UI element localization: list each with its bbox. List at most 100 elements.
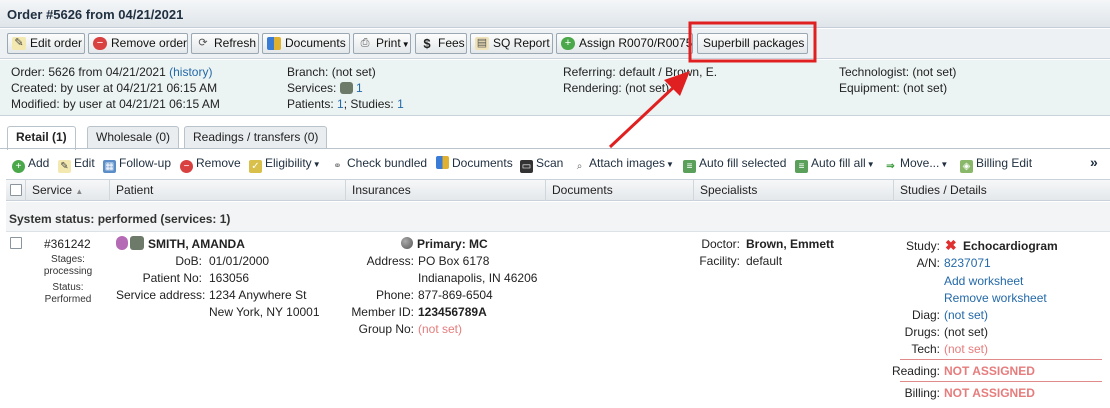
stages-label: Stages: (51, 254, 85, 265)
chevron-down-icon: ▼ (666, 160, 674, 169)
divider (900, 359, 1102, 360)
billing-edit-action[interactable]: ◈ Billing Edit (960, 156, 1032, 173)
status-value: Performed (44, 294, 92, 305)
tab-readings-transfers[interactable]: Readings / transfers (0) (184, 126, 328, 149)
assign-button[interactable]: + Assign R0070/R0075 (556, 33, 693, 54)
patient-no-value: 163056 (209, 271, 250, 285)
eligibility-action-label: Eligibility (265, 156, 312, 170)
edit-icon: ✎ (12, 37, 26, 50)
column-service[interactable]: Service ▲ (26, 180, 110, 201)
insurance-address2: Indianapolis, IN 46206 (418, 271, 538, 285)
services-count[interactable]: 1 (356, 81, 363, 95)
superbill-packages-button[interactable]: Superbill packages (697, 33, 808, 54)
sort-asc-icon: ▲ (75, 187, 84, 196)
patient-name[interactable]: SMITH, AMANDA (148, 237, 245, 251)
remove-order-button[interactable]: − Remove order (88, 33, 188, 54)
column-patient[interactable]: Patient (110, 180, 346, 201)
insurance-member-id: 123456789A (418, 305, 487, 319)
column-specialists[interactable]: Specialists (694, 180, 894, 201)
scan-action[interactable]: ▭ Scan (520, 156, 563, 173)
documents-button[interactable]: Documents (262, 33, 350, 54)
auto-fill-icon: ≡ (683, 160, 696, 173)
printer-icon: ⎙ (360, 37, 370, 49)
edit-action[interactable]: ✎ Edit (58, 156, 95, 173)
divider (900, 381, 1102, 382)
order-line: Order: 5626 from 04/21/2021 (history) (11, 65, 212, 79)
doctor-label: Doctor: (701, 237, 740, 251)
remove-action[interactable]: − Remove (180, 156, 241, 173)
an-value-link[interactable]: 8237071 (944, 256, 991, 270)
studies-count[interactable]: 1 (397, 97, 404, 111)
column-studies-details[interactable]: Studies / Details (894, 180, 1110, 201)
auto-fill-all-action[interactable]: ≡ Auto fill all▼ (795, 156, 875, 173)
created-line: Created: by user at 04/21/21 06:15 AM (11, 81, 217, 95)
eligibility-action[interactable]: ✓ Eligibility▼ (249, 156, 321, 173)
insurance-group-label: Group No: (358, 322, 414, 336)
services-line: Services: 1 (287, 81, 363, 95)
modified-line: Modified: by user at 04/21/21 06:15 AM (11, 97, 220, 111)
drugs-value: (not set) (944, 325, 989, 339)
fees-label: Fees (438, 36, 465, 50)
dob-value: 01/01/2000 (209, 254, 270, 268)
more-actions-icon[interactable]: » (1090, 154, 1098, 170)
remove-icon: − (93, 37, 107, 50)
grid-header: Service ▲ Patient Insurances Documents S… (6, 179, 1110, 201)
column-insurances[interactable]: Insurances (346, 180, 546, 201)
documents-icon (267, 37, 281, 50)
followup-action[interactable]: ▦ Follow-up (103, 156, 171, 173)
auto-fill-icon: ≡ (795, 160, 808, 173)
auto-fill-selected-action[interactable]: ≡ Auto fill selected (683, 156, 786, 173)
billing-value[interactable]: NOT ASSIGNED (944, 386, 1035, 400)
column-service-label: Service (32, 183, 73, 197)
row-checkbox[interactable] (10, 237, 22, 249)
auto-fill-selected-action-label: Auto fill selected (699, 156, 787, 170)
add-worksheet-link[interactable]: Add worksheet (944, 274, 1023, 288)
chevron-down-icon: ▼ (312, 160, 321, 169)
close-icon: ✖ (945, 237, 957, 253)
technologist-value: (not set) (912, 65, 957, 79)
sq-report-button[interactable]: ▤ SQ Report (470, 33, 553, 54)
remove-worksheet-link[interactable]: Remove worksheet (944, 291, 1047, 305)
eligibility-icon: ✓ (249, 160, 262, 173)
service-id[interactable]: #361242 (44, 237, 91, 251)
facility-label: Facility: (699, 254, 740, 268)
scan-action-label: Scan (536, 156, 564, 170)
order-label: Order: (11, 65, 46, 79)
link-icon: ⚭ (333, 161, 342, 172)
fees-button[interactable]: $ Fees (415, 33, 467, 54)
remove-order-label: Remove order (111, 36, 188, 50)
reading-value[interactable]: NOT ASSIGNED (944, 364, 1035, 378)
move-action-label: Move... (900, 156, 940, 170)
doctor-value[interactable]: Brown, Emmett (746, 237, 834, 251)
table-row[interactable]: #361242 Stages: processing Status: Perfo… (6, 233, 1110, 408)
branch-value: (not set) (331, 65, 376, 79)
patients-count[interactable]: 1 (337, 97, 344, 111)
diag-value[interactable]: (not set) (944, 308, 988, 322)
history-link[interactable]: (history) (169, 65, 212, 79)
scanner-icon: ▭ (520, 160, 533, 173)
select-all-checkbox[interactable] (10, 184, 22, 196)
remove-action-label: Remove (196, 156, 241, 170)
service-address-line2: New York, NY 10001 (209, 305, 320, 319)
check-bundled-action[interactable]: ⚭ Check bundled (331, 156, 427, 173)
add-action[interactable]: + Add (12, 156, 49, 173)
report-icon: ▤ (475, 37, 489, 50)
tab-retail[interactable]: Retail (1) (7, 126, 76, 150)
insurance-group-value: (not set) (418, 322, 463, 336)
print-button[interactable]: ⎙ Print▼ (353, 33, 411, 54)
column-documents[interactable]: Documents (546, 180, 694, 201)
order-info-panel: Order: 5626 from 04/21/2021 (history) Cr… (0, 60, 1110, 116)
billing-icon: ◈ (960, 160, 973, 173)
edit-order-button[interactable]: ✎ Edit order (7, 33, 85, 54)
study-value[interactable]: Echocardiogram (963, 239, 1058, 253)
tab-wholesale[interactable]: Wholesale (0) (87, 126, 180, 149)
calendar-icon: ▦ (103, 160, 116, 173)
studies-label: ; Studies: (343, 97, 394, 111)
paperclip-icon: ⌕ (576, 161, 583, 172)
insurance-status-icon (401, 237, 413, 249)
documents-action[interactable]: Documents (436, 156, 513, 170)
insurance-primary[interactable]: Primary: MC (417, 237, 488, 251)
refresh-button[interactable]: ⟳ Refresh (191, 33, 259, 54)
move-action[interactable]: ⇒ Move...▼ (884, 156, 948, 173)
attach-images-action[interactable]: ⌕ Attach images▼ (573, 156, 674, 173)
